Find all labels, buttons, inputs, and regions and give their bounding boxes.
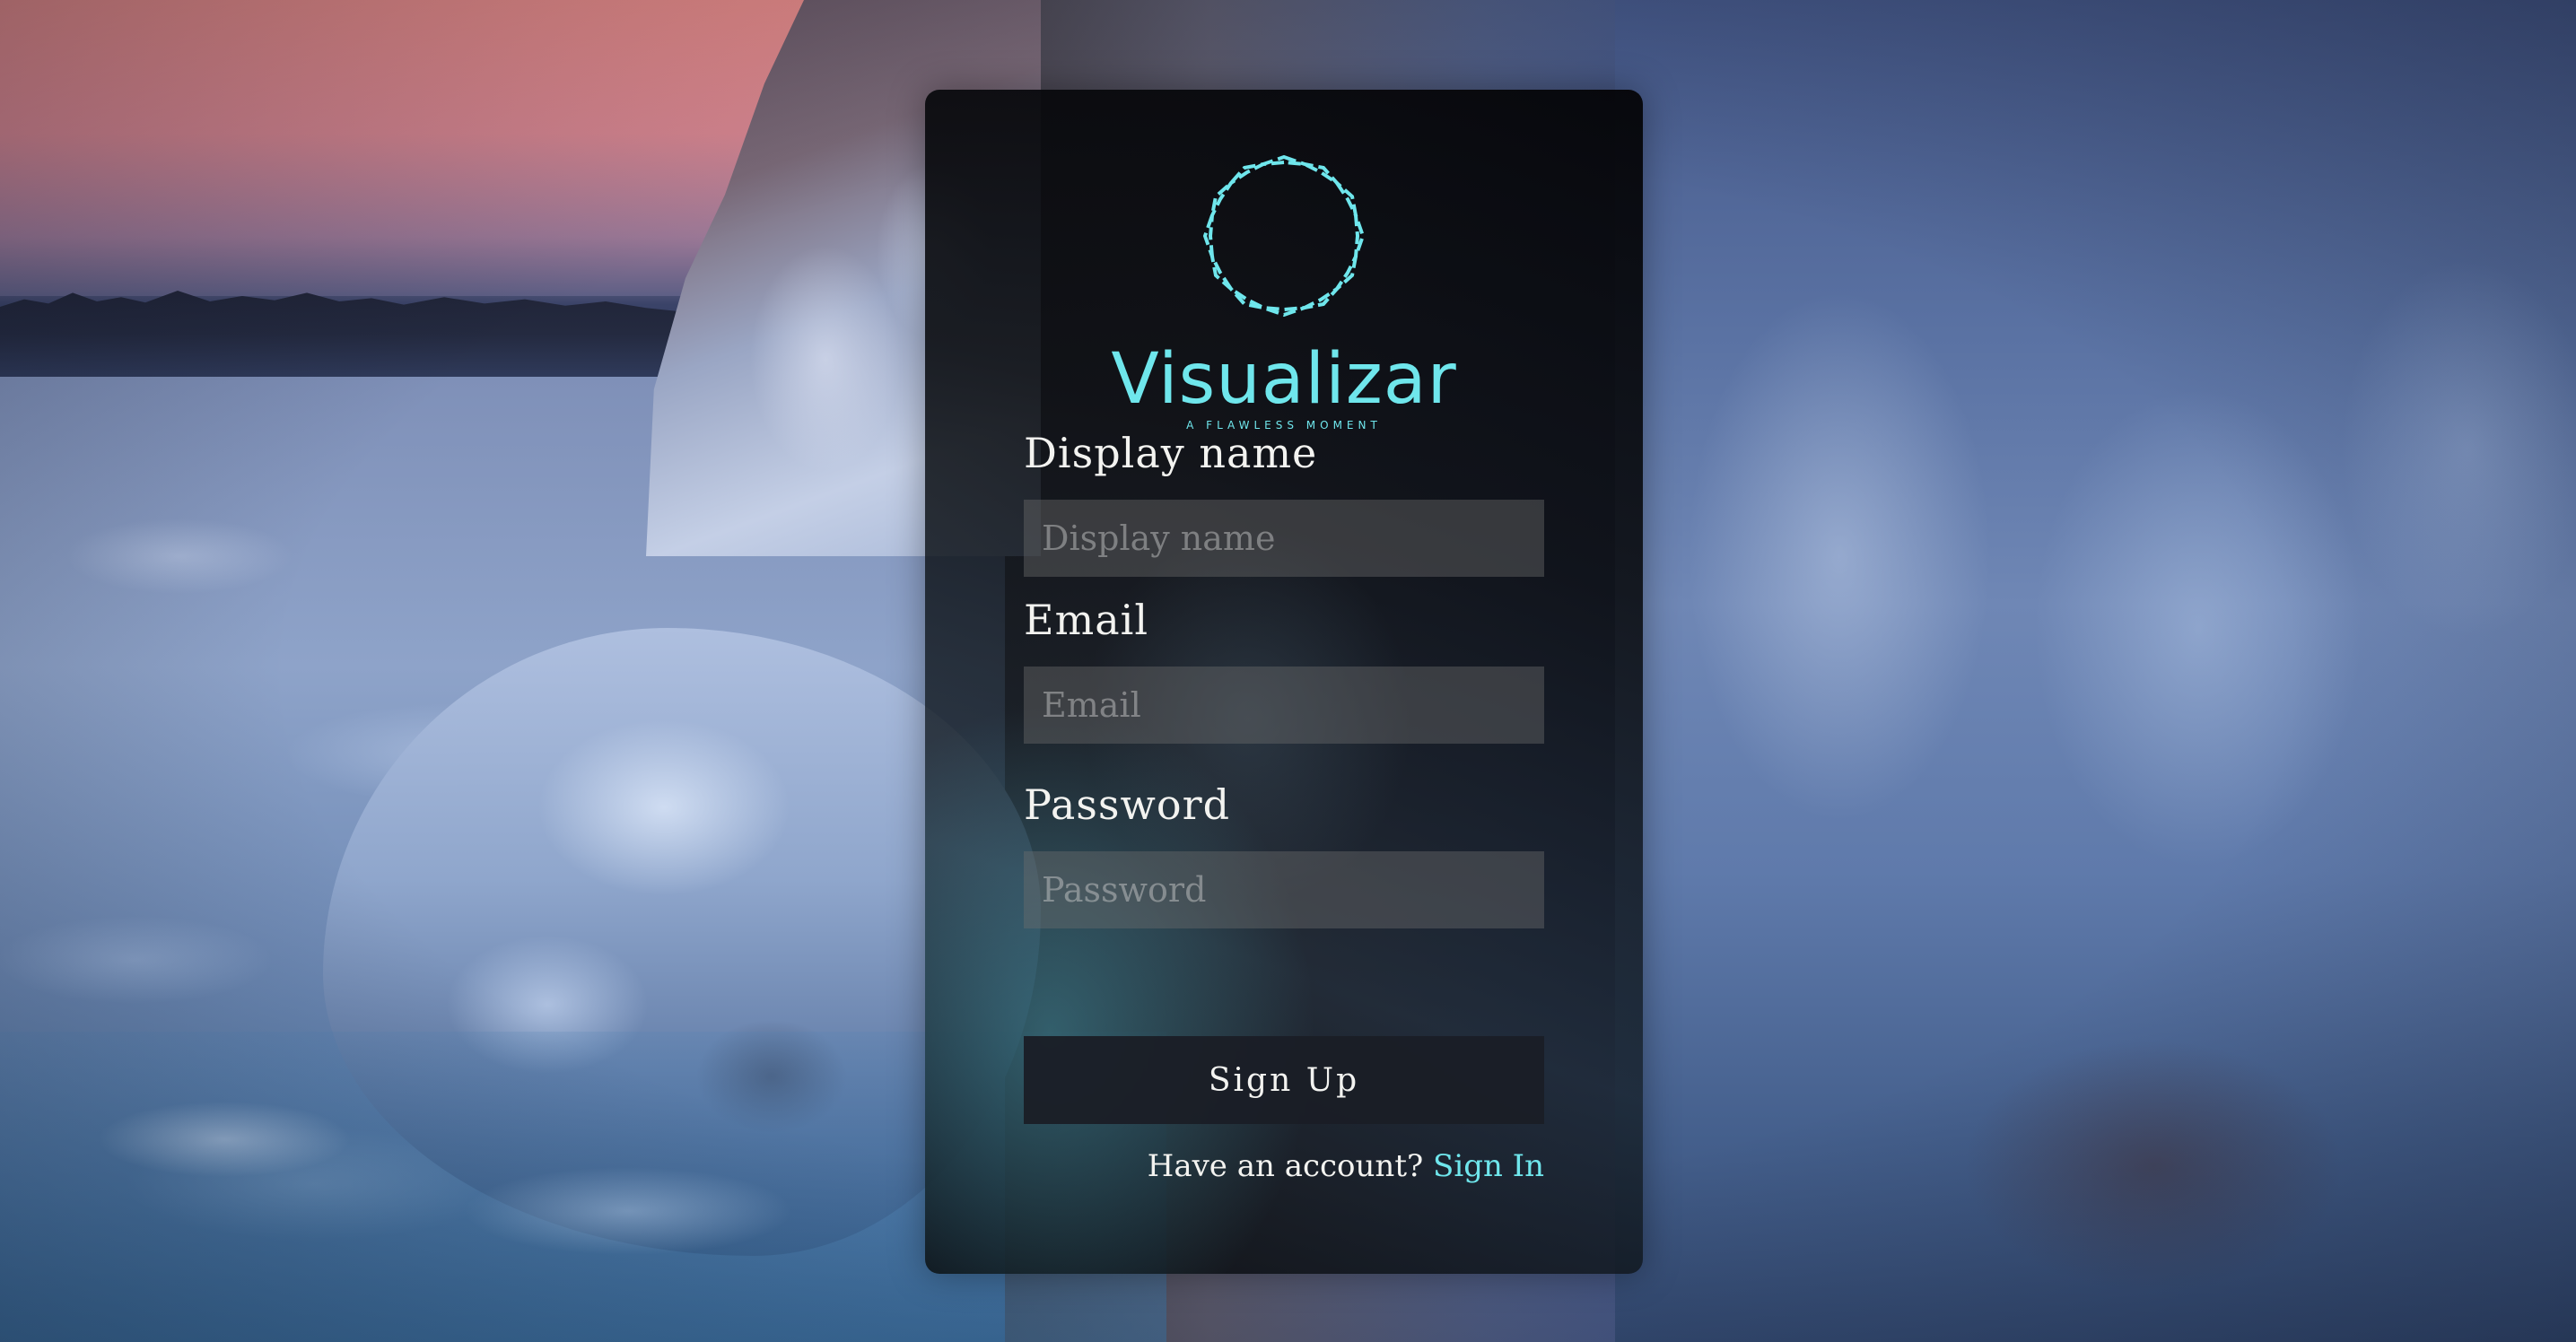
- display-name-input[interactable]: [1024, 500, 1544, 577]
- display-name-label: Display name: [1024, 429, 1318, 477]
- password-input[interactable]: [1024, 851, 1544, 928]
- sign-in-link[interactable]: Sign In: [1433, 1148, 1544, 1184]
- have-account-text: Have an account?: [1147, 1148, 1424, 1184]
- sign-up-button[interactable]: Sign Up: [1024, 1036, 1544, 1124]
- email-input[interactable]: [1024, 667, 1544, 744]
- brand-name: Visualizar: [1111, 339, 1457, 420]
- starburst-ring-icon: [1202, 154, 1366, 318]
- email-label: Email: [1024, 596, 1149, 644]
- signup-card: Visualizar A FLAWLESS MOMENT Display nam…: [925, 90, 1643, 1274]
- brand-logo: Visualizar A FLAWLESS MOMENT: [925, 152, 1643, 431]
- sign-in-prompt: Have an account? Sign In: [1148, 1148, 1544, 1184]
- password-label: Password: [1024, 780, 1231, 829]
